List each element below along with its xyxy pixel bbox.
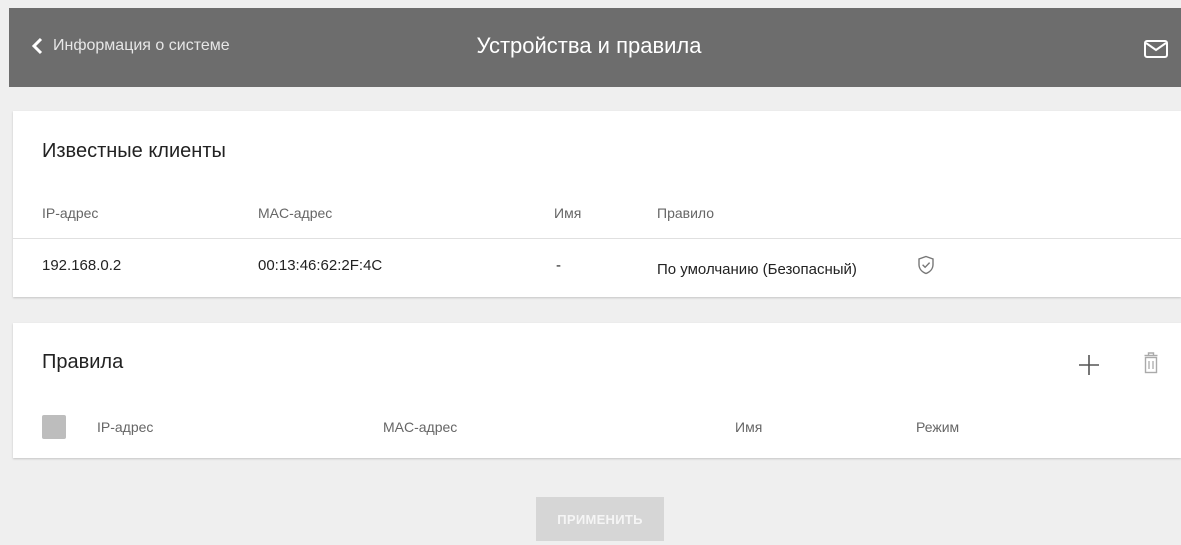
known-clients-card: Известные клиенты IP-адрес MAC-адрес Имя… xyxy=(13,111,1181,297)
mail-icon[interactable] xyxy=(1143,39,1169,64)
rules-card: Правила IP-адрес MAC-адрес Имя Режим xyxy=(13,323,1181,458)
client-ip: 192.168.0.2 xyxy=(42,257,122,274)
col-header-name: Имя xyxy=(554,205,582,221)
col-header-ip: IP-адрес xyxy=(42,205,99,221)
col-header-mode: Режим xyxy=(916,419,960,435)
known-clients-title: Известные клиенты xyxy=(42,140,226,162)
client-rule: По умолчанию (Безопасный) xyxy=(657,261,857,278)
select-all-checkbox[interactable] xyxy=(42,415,66,439)
top-bar: Информация о системе Устройства и правил… xyxy=(9,8,1181,87)
page-title: Устройства и правила xyxy=(476,33,702,58)
col-header-mac: MAC-адрес xyxy=(383,419,458,435)
client-name: - xyxy=(556,257,561,274)
trash-icon[interactable] xyxy=(1143,350,1159,381)
col-header-rule: Правило xyxy=(657,205,715,221)
shield-check-icon xyxy=(917,255,935,280)
col-header-ip: IP-адрес xyxy=(97,419,154,435)
client-mac: 00:13:46:62:2F:4C xyxy=(258,257,383,274)
col-header-name: Имя xyxy=(735,419,763,435)
plus-icon[interactable] xyxy=(1077,353,1101,382)
rules-title: Правила xyxy=(42,351,124,373)
col-header-mac: MAC-адрес xyxy=(258,205,333,221)
row-divider xyxy=(13,238,1181,239)
apply-button[interactable]: ПРИМЕНИТЬ xyxy=(536,497,664,541)
